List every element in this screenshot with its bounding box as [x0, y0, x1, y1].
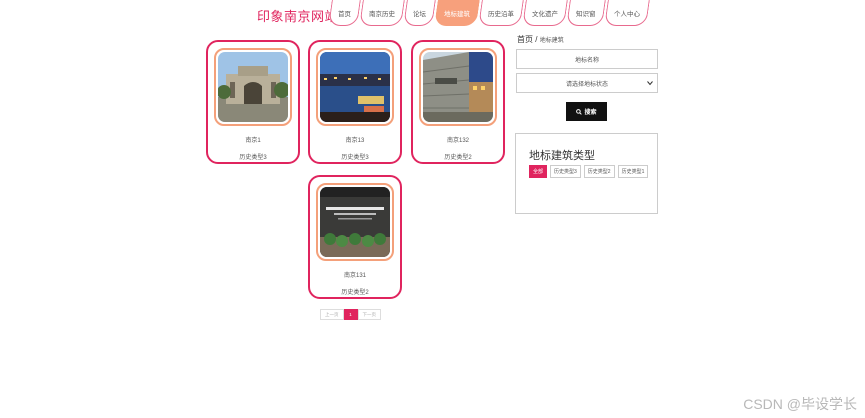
search-button-label: 搜索	[584, 110, 597, 116]
type-tag-history-1[interactable]: 历史类型1	[617, 165, 649, 178]
landmark-status-select[interactable]: 请选择地标状态	[516, 73, 658, 93]
breadcrumb-separator: /	[535, 35, 538, 44]
landmark-card[interactable]: 南京131 历史类型2	[308, 175, 402, 299]
tab-label: 文化遗产	[532, 10, 559, 18]
photo-frame	[316, 183, 394, 261]
tab-landmarks[interactable]: 地标建筑	[434, 0, 480, 26]
tab-label: 个人中心	[613, 10, 640, 18]
landmark-name: 南京132	[446, 138, 469, 144]
breadcrumb: 首页 / 地标建筑	[517, 34, 564, 45]
landmark-type: 历史类型2	[341, 290, 369, 296]
prev-page-button[interactable]: 上一页	[320, 309, 344, 320]
landmark-card[interactable]: 南京132 历史类型2	[411, 40, 505, 164]
landmark-type: 历史类型3	[341, 155, 369, 161]
tab-personal-center[interactable]: 个人中心	[603, 0, 650, 26]
tab-label: 论坛	[413, 10, 427, 18]
stone-wall-photo[interactable]	[423, 52, 493, 122]
tab-knowledge[interactable]: 知识窗	[566, 0, 606, 26]
site-title[interactable]: 印象南京网站	[257, 6, 338, 25]
next-page-button[interactable]: 下一页	[357, 309, 381, 320]
museum-sign-photo[interactable]	[320, 187, 390, 257]
watermark: CSDN @毕设学长	[743, 396, 857, 412]
breadcrumb-current: 地标建筑	[539, 38, 564, 44]
photo-frame	[214, 48, 292, 126]
chevron-down-icon	[647, 81, 653, 86]
landmark-name: 南京131	[343, 273, 366, 279]
tab-label: 知识窗	[576, 10, 596, 18]
type-tag-history-3[interactable]: 历史类型3	[550, 165, 581, 178]
landmark-name: 南京1	[245, 138, 261, 144]
input-placeholder: 地标名称	[574, 57, 599, 64]
search-button[interactable]: 搜索	[566, 102, 607, 121]
tab-label: 地标建筑	[444, 10, 471, 18]
tab-cultural-heritage[interactable]: 文化遗产	[522, 0, 568, 26]
photo-frame	[419, 48, 497, 126]
landmark-type: 历史类型2	[444, 155, 472, 161]
tab-history-evolution[interactable]: 历史沿革	[478, 0, 524, 26]
tab-label: 历史沿革	[488, 10, 515, 18]
tab-label: 首页	[338, 10, 352, 18]
search-icon	[576, 108, 583, 115]
photo-frame	[316, 48, 394, 126]
tab-home[interactable]: 首页	[328, 0, 361, 26]
current-page-button[interactable]: 1	[343, 309, 358, 320]
landmark-name-input[interactable]: 地标名称	[516, 49, 658, 69]
tab-nanjing-history[interactable]: 南京历史	[359, 0, 405, 26]
landmark-type: 历史类型3	[239, 155, 267, 161]
breadcrumb-home[interactable]: 首页	[517, 35, 533, 44]
landmark-card[interactable]: 南京13 历史类型3	[308, 40, 402, 164]
panel-heading: 地标建筑类型	[529, 150, 595, 162]
pagination: 上一页 1 下一页	[320, 309, 381, 320]
main-nav: 首页 南京历史 论坛 地标建筑 历史沿革 文化遗产 知识窗 个人中心	[328, 0, 650, 26]
landmark-name: 南京13	[345, 138, 365, 144]
landmark-type-panel: 地标建筑类型 全部 历史类型3 历史类型2 历史类型1	[515, 133, 658, 214]
tab-forum[interactable]: 论坛	[403, 0, 436, 26]
type-tag-list: 全部 历史类型3 历史类型2 历史类型1	[529, 165, 654, 178]
tab-label: 南京历史	[369, 10, 396, 18]
select-value: 请选择地标状态	[565, 81, 608, 88]
type-tag-all[interactable]: 全部	[529, 165, 548, 178]
landmark-card[interactable]: 南京1 历史类型3	[206, 40, 300, 164]
river-night-photo[interactable]	[320, 52, 390, 122]
type-tag-history-2[interactable]: 历史类型2	[583, 165, 615, 178]
building-photo[interactable]	[218, 52, 288, 122]
